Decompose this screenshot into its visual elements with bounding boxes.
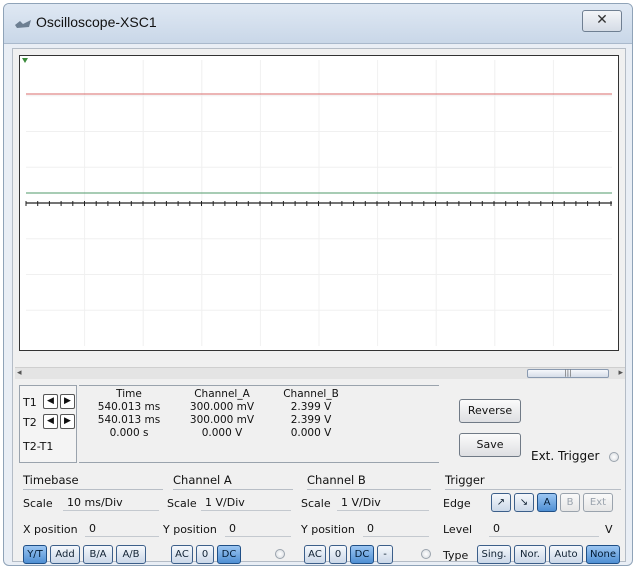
channel-a-ypos-field[interactable]: 0 [225, 521, 291, 537]
diff-channel-a: 0.000 V [201, 427, 243, 439]
arrow-right-icon: ▶ [64, 396, 71, 406]
channel-b-scale-field[interactable]: 1 V/Div [337, 495, 429, 511]
t2-channel-a: 300.000 mV [189, 414, 255, 426]
scroll-thumb[interactable]: ||| [527, 369, 609, 378]
falling-edge-icon: ↘ [519, 497, 529, 508]
t2-label: T2 [23, 416, 37, 429]
mode-yt-button[interactable]: Y/T [23, 545, 47, 564]
timebase-divider [23, 489, 163, 490]
time-column: Time 540.013 ms 540.013 ms 0.000 s [89, 388, 169, 440]
t2-t1-label: T2-T1 [23, 440, 54, 453]
channel-b-zero-button[interactable]: 0 [329, 545, 347, 564]
trigger-marker-icon [22, 58, 28, 63]
t1-channel-b: 2.399 V [290, 401, 332, 413]
channel-b-ac-button[interactable]: AC [304, 545, 326, 564]
channel-a-radio[interactable] [275, 549, 285, 559]
ext-trigger-radio[interactable] [609, 452, 619, 462]
trigger-source-ext-button[interactable]: Ext [583, 493, 613, 512]
arrow-right-icon: ▶ [64, 416, 71, 426]
t2-right-button[interactable]: ▶ [60, 414, 75, 429]
diff-channel-b: 0.000 V [290, 427, 332, 439]
trigger-title: Trigger [445, 473, 485, 487]
oscilloscope-client: ◂ ||| ▸ T1 ◀ ▶ T2 ◀ ▶ T2-T1 Time 540.013… [12, 48, 626, 564]
app-icon [15, 20, 31, 28]
t1-channel-a: 300.000 mV [189, 401, 255, 413]
mode-add-button[interactable]: Add [50, 545, 80, 564]
channel-a-ac-button[interactable]: AC [171, 545, 193, 564]
trigger-type-label: Type [443, 549, 469, 562]
channel-b-title: Channel B [307, 473, 366, 487]
mode-ab-button[interactable]: A/B [116, 545, 146, 564]
channel-b-divider [307, 489, 431, 490]
trigger-source-b-button[interactable]: B [560, 493, 580, 512]
channel-b-minus-button[interactable]: - [377, 545, 393, 564]
falling-edge-button[interactable]: ↘ [514, 493, 534, 512]
save-button[interactable]: Save [459, 433, 521, 457]
t1-right-button[interactable]: ▶ [60, 394, 75, 409]
timebase-title: Timebase [23, 473, 79, 487]
time-header: Time [116, 388, 142, 400]
trigger-normal-button[interactable]: Nor. [514, 545, 546, 564]
close-button[interactable]: ✕ [582, 10, 622, 32]
channel-a-column: Channel_A 300.000 mV 300.000 mV 0.000 V [179, 388, 265, 440]
trigger-level-unit: V [605, 523, 613, 536]
t2-left-button[interactable]: ◀ [43, 414, 58, 429]
scope-display [19, 55, 619, 351]
title-bar[interactable]: Oscilloscope-XSC1 ✕ [4, 4, 632, 44]
x-position-field[interactable]: 0 [85, 521, 159, 537]
channel-a-title: Channel A [173, 473, 232, 487]
arrow-left-icon: ◀ [47, 416, 54, 426]
scroll-left-icon[interactable]: ◂ [17, 368, 22, 378]
channel-b-column: Channel_B 2.399 V 2.399 V 0.000 V [271, 388, 351, 440]
trigger-auto-button[interactable]: Auto [549, 545, 583, 564]
scope-graph [22, 58, 612, 346]
trigger-source-a-button[interactable]: A [537, 493, 557, 512]
cursor-panel: T1 ◀ ▶ T2 ◀ ▶ T2-T1 [19, 385, 77, 463]
scroll-right-icon[interactable]: ▸ [618, 368, 623, 378]
trigger-level-label: Level [443, 523, 473, 536]
channel-a-scale-field[interactable]: 1 V/Div [201, 495, 291, 511]
cursor-readout: Time 540.013 ms 540.013 ms 0.000 s Chann… [79, 385, 439, 463]
trigger-single-button[interactable]: Sing. [477, 545, 511, 564]
trigger-divider [445, 489, 621, 490]
horizontal-scrollbar[interactable]: ◂ ||| ▸ [15, 367, 625, 379]
channel-b-dc-button[interactable]: DC [350, 545, 374, 564]
rising-edge-icon: ↗ [496, 497, 506, 508]
timebase-scale-label: Scale [23, 497, 53, 510]
t2-time: 540.013 ms [97, 414, 161, 426]
close-icon: ✕ [596, 12, 608, 28]
diff-time: 0.000 s [109, 427, 149, 439]
trigger-edge-label: Edge [443, 497, 471, 510]
timebase-scale-field[interactable]: 10 ms/Div [63, 495, 159, 511]
channel-a-scale-label: Scale [167, 497, 197, 510]
channel-a-header: Channel_A [194, 388, 250, 400]
arrow-left-icon: ◀ [47, 396, 54, 406]
channel-a-divider [173, 489, 293, 490]
channel-a-ypos-label: Y position [163, 523, 217, 536]
rising-edge-button[interactable]: ↗ [491, 493, 511, 512]
trigger-level-field[interactable]: 0 [489, 521, 599, 537]
t2-channel-b: 2.399 V [290, 414, 332, 426]
x-position-label: X position [23, 523, 78, 536]
channel-a-zero-button[interactable]: 0 [196, 545, 214, 564]
channel-b-ypos-field[interactable]: 0 [363, 521, 429, 537]
channel-a-dc-button[interactable]: DC [217, 545, 241, 564]
reverse-button[interactable]: Reverse [459, 399, 521, 423]
t1-label: T1 [23, 396, 37, 409]
window-title: Oscilloscope-XSC1 [36, 14, 157, 30]
trigger-none-button[interactable]: None [586, 545, 620, 564]
ext-trigger-label: Ext. Trigger [531, 449, 600, 463]
t1-left-button[interactable]: ◀ [43, 394, 58, 409]
channel-b-ypos-label: Y position [301, 523, 355, 536]
t1-time: 540.013 ms [97, 401, 161, 413]
oscilloscope-window: Oscilloscope-XSC1 ✕ ◂ ||| ▸ T1 ◀ ▶ T2 ◀ … [3, 3, 633, 566]
channel-b-radio[interactable] [421, 549, 431, 559]
channel-b-header: Channel_B [283, 388, 339, 400]
channel-b-scale-label: Scale [301, 497, 331, 510]
mode-ba-button[interactable]: B/A [83, 545, 113, 564]
